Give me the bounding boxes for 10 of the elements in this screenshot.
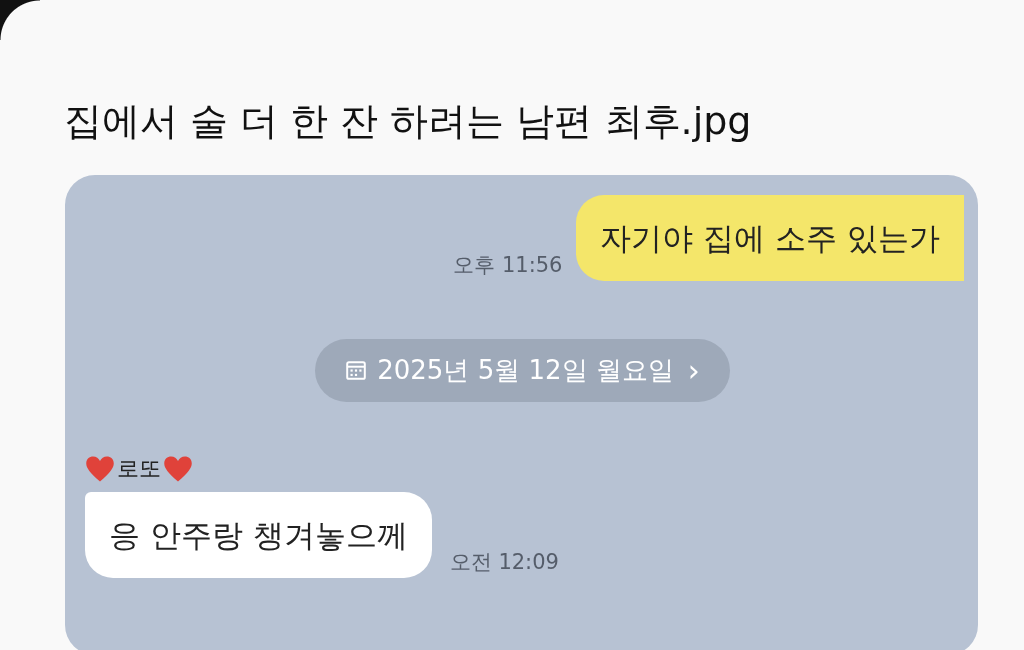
sent-message-bubble: 자기야 집에 소주 있는가 xyxy=(576,194,964,281)
calendar-icon xyxy=(345,359,368,382)
message-time: 오전 12:09 xyxy=(449,548,559,576)
message-time: 오후 11:56 xyxy=(453,251,563,279)
received-message-bubble: 응 안주랑 챙겨놓으께 xyxy=(85,491,432,578)
heart-icon xyxy=(163,454,193,483)
date-divider[interactable]: 2025년 5월 12일 월요일 › xyxy=(315,338,730,402)
heart-icon xyxy=(85,454,115,483)
sender-name: 로또 xyxy=(117,454,161,483)
post-title: 집에서 술 더 한 잔 하려는 남편 최후.jpg xyxy=(64,99,753,145)
